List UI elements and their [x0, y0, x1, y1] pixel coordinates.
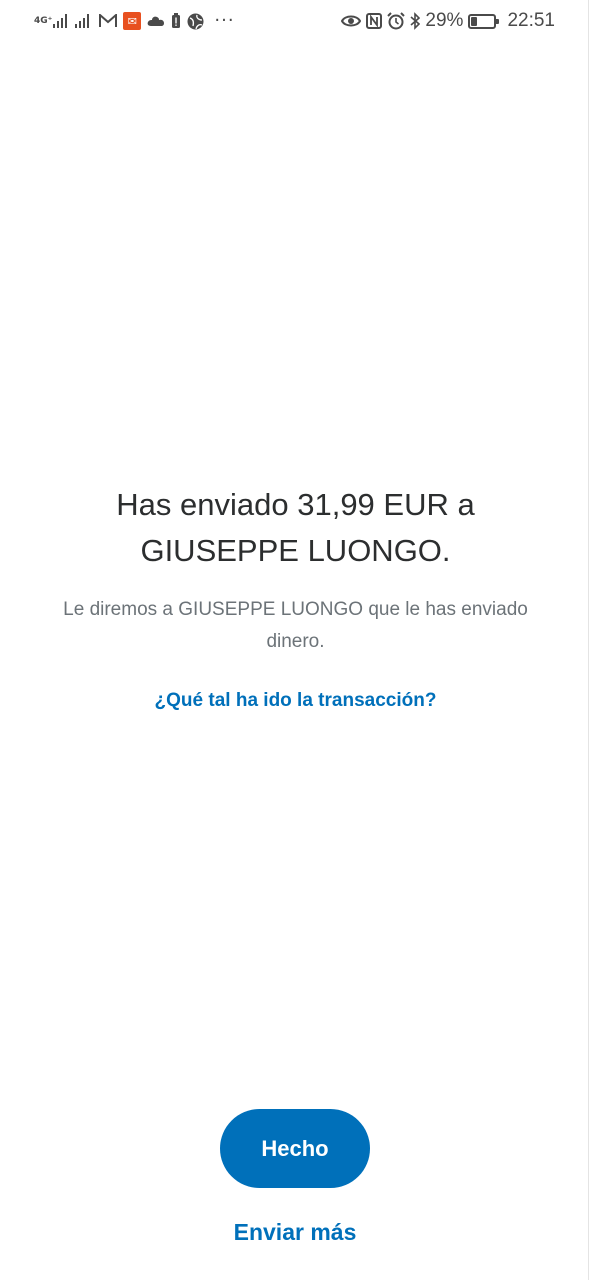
- battery-icon: [468, 11, 500, 31]
- signal-2-icon: [75, 11, 93, 31]
- more-notifications-icon: ···: [214, 10, 235, 31]
- done-button[interactable]: Hecho: [220, 1109, 370, 1188]
- alarm-icon: [387, 11, 406, 31]
- app-notification-icon: ✉: [123, 11, 142, 31]
- send-more-link[interactable]: Enviar más: [145, 1219, 445, 1246]
- payment-sent-screen: 4G⁺ ✉ ··· 29% 22:51 Has enviado 31,99 EU…: [0, 0, 591, 1280]
- bluetooth-icon: [410, 11, 421, 31]
- edge-divider: [588, 0, 589, 1280]
- confirmation-subtext: Le diremos a GIUSEPPE LUONGO que le has …: [63, 599, 528, 652]
- confirmation-headline: Has enviado 31,99 EUR a GIUSEPPE LUONGO.: [116, 487, 475, 568]
- eye-icon: [341, 11, 362, 31]
- status-bar-right: 29% 22:51: [341, 10, 555, 32]
- battery-alert-icon: [171, 11, 181, 31]
- battery-percent: 29%: [425, 10, 464, 31]
- gmail-icon: [99, 11, 118, 31]
- status-bar-left: 4G⁺ ✉ ···: [34, 11, 235, 31]
- globe-icon: [187, 11, 204, 31]
- cloud-icon: [147, 11, 165, 31]
- transaction-feedback-link[interactable]: ¿Qué tal ha ido la transacción?: [40, 690, 551, 712]
- network-type-label: 4G⁺: [34, 15, 53, 26]
- status-time: 22:51: [507, 10, 555, 31]
- mobile-network-icon: 4G⁺: [34, 11, 69, 31]
- battery-level-fill: [471, 16, 478, 26]
- status-bar: 4G⁺ ✉ ··· 29% 22:51: [0, 0, 591, 42]
- nfc-icon: [366, 11, 383, 31]
